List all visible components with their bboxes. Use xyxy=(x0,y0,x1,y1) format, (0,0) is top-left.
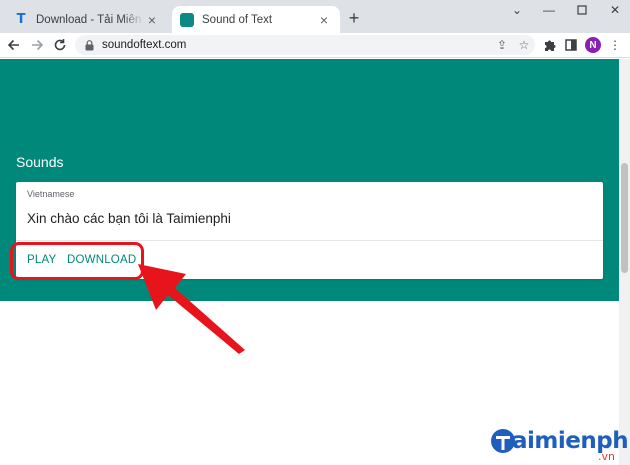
tab-sound-of-text[interactable]: Sound of Text × xyxy=(172,6,340,33)
profile-avatar[interactable]: N xyxy=(585,37,601,53)
tab-download[interactable]: T Download - Tải Miễn Phí VN - Pl × xyxy=(6,6,168,33)
scrollbar[interactable] xyxy=(619,59,630,465)
new-tab-button[interactable]: + xyxy=(344,8,364,28)
menu-kebab-icon[interactable]: ⋮ xyxy=(605,35,625,55)
tab-strip: T Download - Tải Miễn Phí VN - Pl × Soun… xyxy=(0,0,630,33)
highlight-box xyxy=(10,242,144,280)
forward-button[interactable] xyxy=(27,35,47,55)
bookmark-star-icon[interactable]: ☆ xyxy=(513,35,535,55)
url-text: soundoftext.com xyxy=(102,39,187,51)
language-label: Vietnamese xyxy=(27,189,75,199)
watermark-tld: .vn xyxy=(598,450,615,463)
chevron-down-icon[interactable]: ⌄ xyxy=(499,0,535,20)
scrollbar-thumb[interactable] xyxy=(621,163,628,273)
back-button[interactable] xyxy=(4,35,24,55)
lock-icon xyxy=(83,39,95,51)
maximize-icon xyxy=(577,5,587,15)
sound-of-text-icon xyxy=(180,12,194,27)
close-icon[interactable]: × xyxy=(316,12,332,28)
tab-title: Sound of Text xyxy=(202,13,273,26)
extensions-puzzle-icon[interactable] xyxy=(539,35,559,55)
taimienphi-t-icon: T xyxy=(16,12,26,27)
watermark: aimienphi .vn xyxy=(490,426,630,465)
browser-window: T Download - Tải Miễn Phí VN - Pl × Soun… xyxy=(0,0,630,465)
side-panel-icon[interactable] xyxy=(561,35,581,55)
minimize-button[interactable]: — xyxy=(531,0,567,20)
close-icon[interactable]: × xyxy=(144,12,160,28)
section-title: Sounds xyxy=(16,154,64,170)
reload-button[interactable] xyxy=(50,35,70,55)
address-bar[interactable]: soundoftext.com ⇪ ☆ xyxy=(75,35,535,55)
forward-arrow-icon xyxy=(32,39,44,51)
window-close-button[interactable]: ✕ xyxy=(597,0,630,20)
browser-toolbar: soundoftext.com ⇪ ☆ N ⋮ xyxy=(0,33,630,58)
divider xyxy=(16,240,603,241)
maximize-button[interactable] xyxy=(564,0,600,20)
back-arrow-icon xyxy=(7,39,19,51)
page-content: Sounds Vietnamese Xin chào các bạn tôi l… xyxy=(0,59,630,465)
tab-title: Download - Tải Miễn Phí VN - Pl xyxy=(36,13,144,26)
share-icon[interactable]: ⇪ xyxy=(491,35,513,55)
sound-text: Xin chào các bạn tôi là Taimienphi xyxy=(27,211,231,226)
reload-icon xyxy=(54,39,66,51)
annotation-arrow xyxy=(138,264,245,354)
